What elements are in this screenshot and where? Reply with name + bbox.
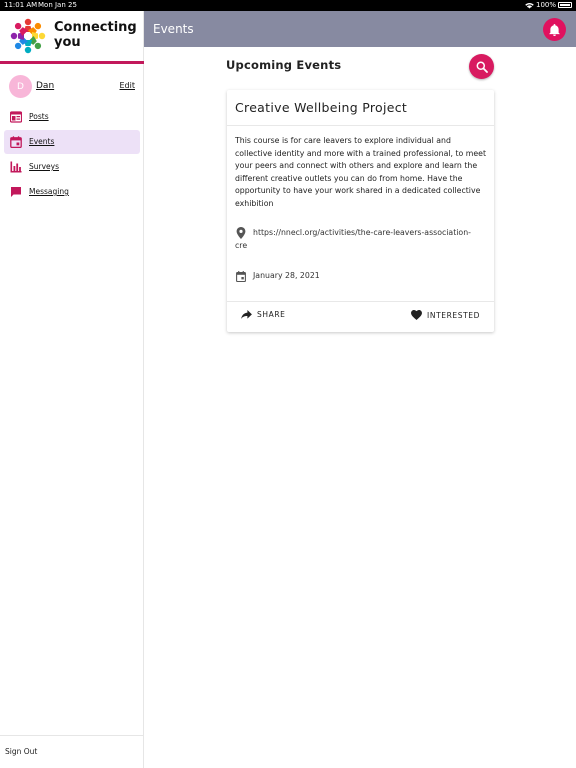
brand-header: Connecting you xyxy=(0,11,144,64)
share-label: SHARE xyxy=(257,310,286,319)
search-icon xyxy=(476,61,488,73)
app-name-line1: Connecting xyxy=(54,20,137,35)
battery-percent: 100% xyxy=(535,1,556,9)
user-profile: D Dan Edit xyxy=(0,73,144,101)
top-app-bar: Events xyxy=(144,11,576,47)
interested-button[interactable]: INTERESTED xyxy=(411,310,480,320)
app-name: Connecting you xyxy=(54,20,142,50)
status-date: Mon Jan 25 xyxy=(38,1,77,9)
sidebar-item-label: Events xyxy=(29,137,55,146)
sidebar-item-label: Messaging xyxy=(29,187,69,196)
divider xyxy=(0,735,144,736)
posts-icon xyxy=(10,111,22,123)
heart-icon xyxy=(411,310,423,320)
event-card[interactable]: Creative Wellbeing Project This course i… xyxy=(227,90,494,332)
event-title: Creative Wellbeing Project xyxy=(235,100,408,115)
sidebar-nav: Posts Events Surveys Messaging xyxy=(0,105,144,205)
sidebar-item-label: Surveys xyxy=(29,162,59,171)
sidebar-item-events[interactable]: Events xyxy=(4,130,140,154)
avatar[interactable]: D xyxy=(9,75,32,98)
divider xyxy=(227,125,494,126)
status-right: 100% xyxy=(525,1,572,9)
sidebar: Connecting you D Dan Edit Posts Events S… xyxy=(0,11,144,768)
sidebar-item-surveys[interactable]: Surveys xyxy=(4,155,140,179)
section-title: Upcoming Events xyxy=(226,58,342,72)
event-link[interactable]: https://nnecl.org/activities/the-care-le… xyxy=(235,227,475,252)
brand-divider xyxy=(0,61,144,64)
chat-icon xyxy=(11,187,21,197)
wifi-icon xyxy=(525,2,534,8)
app-name-line2: you xyxy=(54,35,81,50)
bell-icon xyxy=(549,23,560,36)
event-description: This course is for care leavers to explo… xyxy=(235,136,487,208)
page-title: Events xyxy=(153,22,194,36)
divider xyxy=(227,301,494,302)
status-bar: 11:01 AM Mon Jan 25 100% xyxy=(0,0,576,11)
edit-profile-link[interactable]: Edit xyxy=(120,81,136,90)
sidebar-item-label: Posts xyxy=(29,112,49,121)
search-button[interactable] xyxy=(469,54,494,79)
sidebar-item-posts[interactable]: Posts xyxy=(4,105,140,129)
interested-label: INTERESTED xyxy=(427,310,480,320)
event-date: January 28, 2021 xyxy=(253,271,320,280)
connecting-you-logo xyxy=(10,18,46,54)
sign-out-button[interactable]: Sign Out xyxy=(5,747,37,756)
notifications-button[interactable] xyxy=(543,18,566,41)
share-button[interactable]: SHARE xyxy=(241,310,285,319)
calendar-icon xyxy=(10,136,22,148)
bar-chart-icon xyxy=(10,161,22,173)
battery-icon xyxy=(558,2,572,8)
calendar-icon xyxy=(236,271,246,282)
user-name-link[interactable]: Dan xyxy=(36,81,54,91)
status-time: 11:01 AM xyxy=(4,1,38,9)
sidebar-item-messaging[interactable]: Messaging xyxy=(4,180,140,204)
share-arrow-icon xyxy=(241,310,252,319)
